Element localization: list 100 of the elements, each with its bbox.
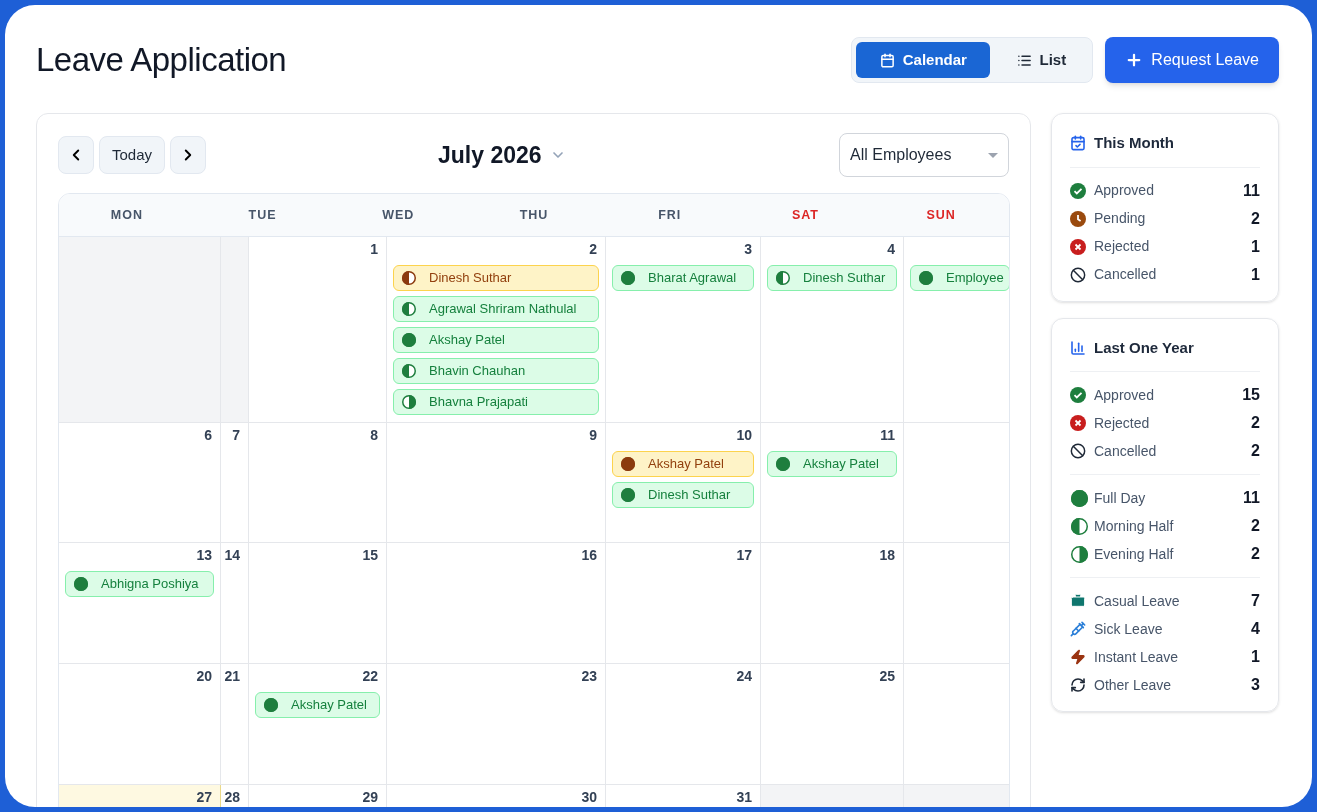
employee-name: Bhavin Chauhan bbox=[429, 362, 526, 381]
day-cell[interactable]: 3 Bharat Agrawal bbox=[606, 237, 761, 423]
stat-label: Cancelled bbox=[1094, 441, 1158, 461]
day-cell[interactable]: 25 bbox=[761, 664, 904, 785]
morning-half-icon bbox=[401, 270, 417, 286]
day-cell[interactable] bbox=[221, 237, 249, 423]
weekday-label: TUE bbox=[248, 206, 277, 224]
employee-name: Agrawal Shriram Nathulal bbox=[429, 300, 577, 319]
day-number: 18 bbox=[879, 546, 895, 565]
request-leave-button[interactable]: Request Leave bbox=[1105, 37, 1279, 83]
day-number: 25 bbox=[879, 667, 895, 686]
day-cell[interactable] bbox=[59, 237, 221, 423]
day-cell[interactable]: 22 Akshay Patel bbox=[249, 664, 387, 785]
day-cell[interactable]: 23 bbox=[387, 664, 606, 785]
day-cell[interactable]: 24 bbox=[606, 664, 761, 785]
stat-label: Full Day bbox=[1094, 488, 1147, 508]
day-cell[interactable]: 2 Dinesh Suthar Agrawal Shriram Nathulal Akshay Patel Bhavin Chauhan Bhavna Prajapati bbox=[387, 237, 606, 423]
day-cell[interactable]: 21 bbox=[221, 664, 249, 785]
day-number: 9 bbox=[589, 426, 597, 445]
stat-count: 11 bbox=[1243, 180, 1260, 201]
evening-half-icon bbox=[401, 394, 417, 410]
day-cell[interactable]: 28 bbox=[221, 785, 249, 807]
clock-icon bbox=[1070, 210, 1086, 227]
month-picker[interactable]: July 2026 bbox=[438, 137, 566, 173]
leave-event[interactable]: Akshay Patel bbox=[612, 451, 754, 477]
day-cell[interactable]: 20 bbox=[59, 664, 221, 785]
leave-event[interactable]: Dinesh Suthar bbox=[612, 482, 754, 508]
day-number: 23 bbox=[581, 667, 597, 686]
calendar-check-icon bbox=[1070, 135, 1086, 152]
view-tab[interactable]: Calendar bbox=[856, 42, 991, 78]
day-cell[interactable]: 14 bbox=[221, 543, 249, 664]
stat-label: Approved bbox=[1094, 181, 1155, 200]
employee-name: Abhigna Poshiya bbox=[101, 575, 199, 594]
check-circle-icon bbox=[1070, 182, 1086, 199]
today-button[interactable]: Today bbox=[99, 136, 166, 174]
weekday-label: SUN bbox=[926, 206, 956, 224]
full-day-icon bbox=[263, 697, 279, 713]
leave-event[interactable]: Akshay Patel bbox=[393, 327, 599, 353]
day-cell[interactable]: 27 bbox=[59, 785, 221, 807]
ban-icon bbox=[1070, 443, 1086, 459]
morning-half-icon bbox=[401, 301, 417, 317]
stat-count: 11 bbox=[1243, 488, 1260, 508]
day-cell[interactable]: 11 Akshay Patel bbox=[761, 423, 904, 543]
check-circle-icon bbox=[1070, 387, 1086, 403]
employee-name: Akshay Patel bbox=[803, 455, 879, 474]
ban-icon bbox=[1070, 266, 1086, 283]
employee-name: Akshay Patel bbox=[291, 696, 367, 715]
stat-label: Sick Leave bbox=[1094, 619, 1164, 639]
day-number: 17 bbox=[736, 546, 752, 565]
stat-count: 2 bbox=[1251, 208, 1260, 229]
day-number: 11 bbox=[880, 426, 895, 445]
leave-event[interactable]: Agrawal Shriram Nathulal bbox=[393, 296, 599, 322]
day-number: 2 bbox=[589, 240, 597, 259]
day-cell[interactable]: 7 bbox=[221, 423, 249, 543]
leave-event[interactable]: Akshay Patel bbox=[255, 692, 380, 718]
day-number: 21 bbox=[224, 667, 240, 686]
list-icon bbox=[1016, 52, 1032, 68]
stat-count: 1 bbox=[1251, 264, 1260, 285]
calendar-icon bbox=[879, 52, 895, 68]
leave-event[interactable]: Bhavin Chauhan bbox=[393, 358, 599, 384]
leave-event[interactable]: Bharat Agrawal bbox=[612, 265, 754, 291]
stat-label: Rejected bbox=[1094, 413, 1151, 433]
day-number: 29 bbox=[362, 788, 378, 807]
day-number: 27 bbox=[196, 788, 212, 807]
day-cell[interactable]: 8 bbox=[249, 423, 387, 543]
day-cell[interactable]: 16 bbox=[387, 543, 606, 664]
day-cell[interactable]: 10 Akshay Patel Dinesh Suthar bbox=[606, 423, 761, 543]
day-cell[interactable]: 18 bbox=[761, 543, 904, 664]
day-number: 10 bbox=[736, 426, 752, 445]
leave-event[interactable]: Bhavna Prajapati bbox=[393, 389, 599, 415]
lightning-icon bbox=[1070, 649, 1086, 665]
stat-count: 15 bbox=[1242, 385, 1260, 405]
next-button[interactable] bbox=[170, 136, 207, 174]
leave-event[interactable]: Abhigna Poshiya bbox=[65, 571, 214, 597]
day-cell[interactable]: 15 bbox=[249, 543, 387, 664]
day-number: 8 bbox=[370, 426, 378, 445]
day-cell[interactable]: 4 Dinesh Suthar bbox=[761, 237, 904, 423]
day-cell[interactable]: 1 bbox=[249, 237, 387, 423]
stat-count: 1 bbox=[1251, 647, 1260, 667]
view-tab[interactable]: List bbox=[994, 42, 1089, 78]
weekday-label: THU bbox=[519, 206, 549, 224]
day-number: 15 bbox=[362, 546, 378, 565]
leave-event[interactable]: Dinesh Suthar bbox=[393, 265, 599, 291]
stat-label: Evening Half bbox=[1094, 544, 1175, 564]
bar-chart-icon bbox=[1070, 339, 1086, 356]
day-cell[interactable]: 17 bbox=[606, 543, 761, 664]
employee-name: Bharat Agrawal bbox=[648, 269, 737, 288]
leave-event[interactable]: Employee bbox=[910, 265, 1009, 291]
employee-name: Bhavna Prajapati bbox=[429, 393, 528, 412]
page-title: Leave Application bbox=[36, 40, 287, 81]
stat-count: 4 bbox=[1251, 619, 1260, 639]
day-cell[interactable]: 9 bbox=[387, 423, 606, 543]
day-cell[interactable]: 13 Abhigna Poshiya bbox=[59, 543, 221, 664]
leave-event[interactable]: Dinesh Suthar bbox=[767, 265, 897, 291]
employee-filter[interactable]: All Employees bbox=[839, 133, 1009, 177]
day-cell[interactable]: 6 bbox=[59, 423, 221, 543]
syringe-icon bbox=[1070, 621, 1086, 637]
previous-button[interactable] bbox=[58, 136, 94, 174]
stat-label: Morning Half bbox=[1094, 516, 1175, 536]
leave-event[interactable]: Akshay Patel bbox=[767, 451, 897, 477]
